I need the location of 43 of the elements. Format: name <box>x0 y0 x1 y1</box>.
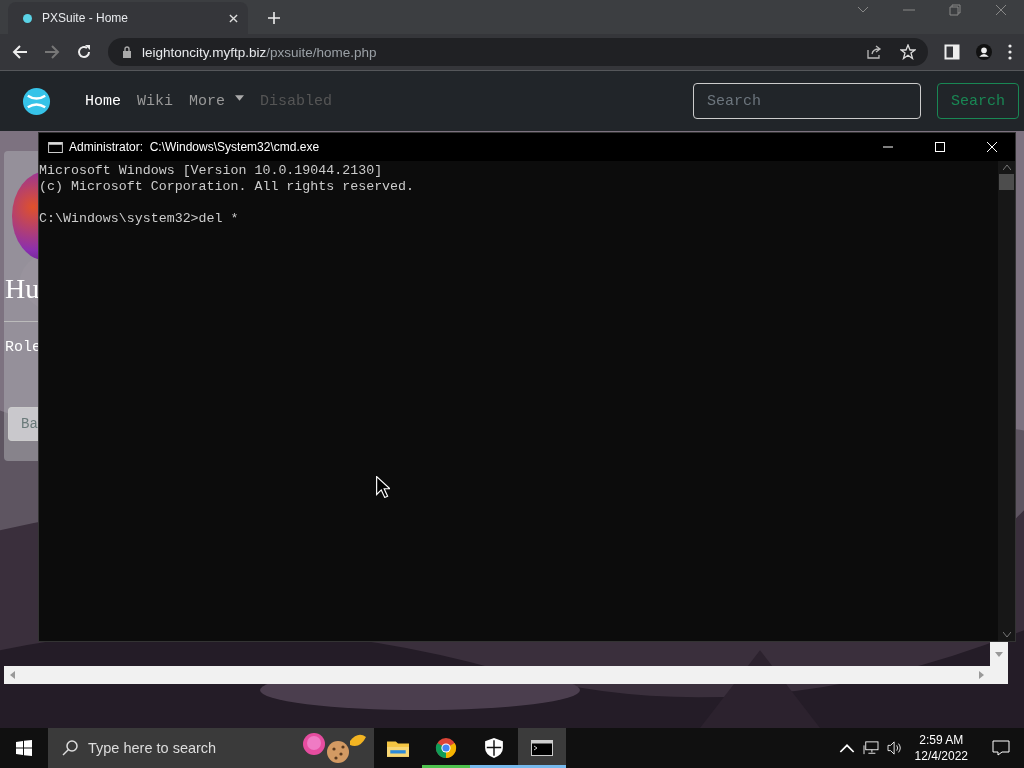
tab-title: PXSuite - Home <box>42 11 130 25</box>
shield-icon <box>483 738 505 758</box>
vertical-scrollbar[interactable] <box>990 642 1008 666</box>
more-options-icon[interactable] <box>1008 44 1012 60</box>
terminal-icon <box>531 738 553 758</box>
share-icon[interactable] <box>866 44 882 60</box>
scroll-up-icon[interactable] <box>1002 165 1011 170</box>
plus-icon[interactable] <box>268 12 280 24</box>
vertical-scrollbar[interactable] <box>998 161 1015 641</box>
scroll-down-icon[interactable] <box>1002 632 1011 637</box>
globe-logo-icon[interactable] <box>22 86 51 116</box>
console-output: Microsoft Windows [Version 10.0.19044.2130] <box>39 163 383 179</box>
back-arrow-icon[interactable] <box>12 44 28 60</box>
browser-tab[interactable]: PXSuite - Home <box>8 2 248 34</box>
search-field[interactable]: Search <box>693 83 921 119</box>
speaker-icon[interactable] <box>886 741 903 755</box>
clock-time[interactable]: 2:59 AM <box>919 732 964 748</box>
taskbar-search-field[interactable]: Type here to search <box>48 728 374 768</box>
mouse-pointer-icon <box>376 476 390 498</box>
maximize-icon[interactable] <box>935 142 945 152</box>
reload-icon[interactable] <box>76 44 92 60</box>
console-output: (c) Microsoft Corporation. All rights reserved. <box>39 179 415 195</box>
taskbar-app[interactable] <box>518 728 566 768</box>
nav-link[interactable]: Wiki <box>137 92 174 110</box>
address-field[interactable]: leightoncity.myftp.biz/pxsuite/home.php <box>108 38 928 66</box>
scroll-thumb[interactable] <box>999 174 1014 190</box>
star-icon[interactable] <box>900 44 916 60</box>
profile-icon[interactable] <box>976 44 992 60</box>
nav-link[interactable]: More <box>189 92 245 110</box>
forward-arrow-icon[interactable] <box>44 44 60 60</box>
browser-icon <box>435 738 457 758</box>
terminal-icon <box>48 141 63 153</box>
side-panel-icon[interactable] <box>944 44 960 60</box>
nav-link[interactable]: Home <box>85 92 121 110</box>
console-prompt[interactable]: C:\Windows\system32>del * <box>39 211 239 227</box>
search-icon <box>62 740 78 756</box>
notifications-icon[interactable] <box>992 740 1010 756</box>
folder-icon <box>387 738 409 758</box>
clock-date[interactable]: 12/4/2022 <box>914 748 968 764</box>
window-title: Administrator: C:\Windows\System32\cmd.exe <box>69 140 320 154</box>
network-icon[interactable] <box>862 741 879 755</box>
page-heading: Hu <box>5 273 40 305</box>
lock-icon <box>122 46 132 58</box>
